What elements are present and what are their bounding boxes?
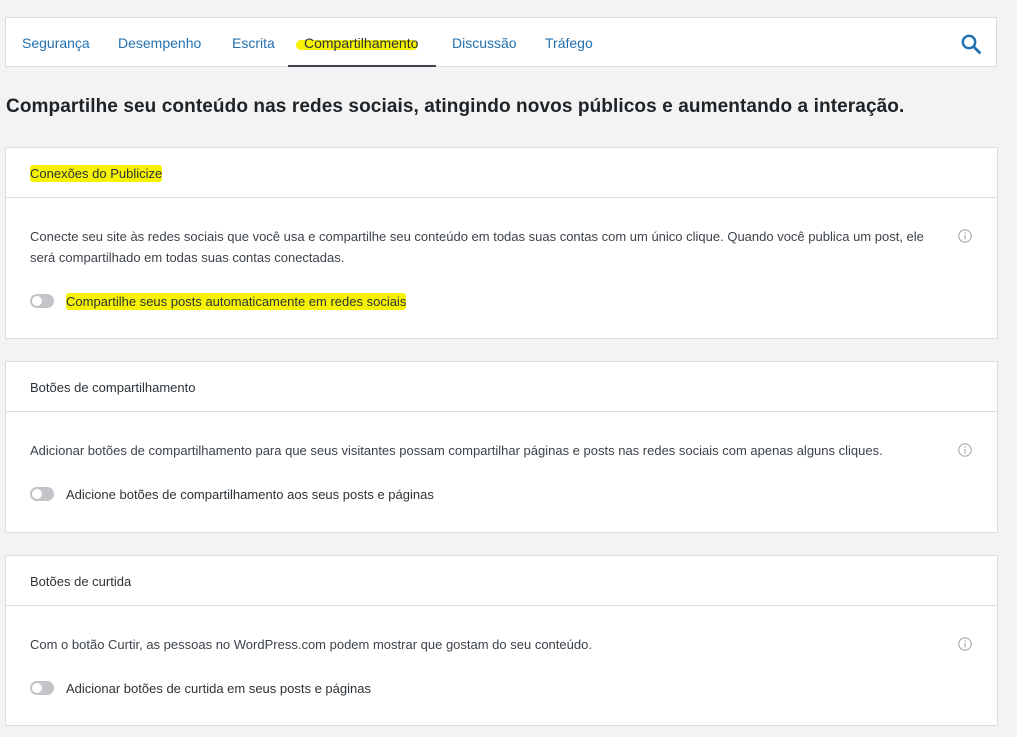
info-icon[interactable] [958,637,972,651]
section-nav: Segurança Desempenho Escrita Compartilha… [5,17,997,67]
toggle-knob [32,489,42,499]
tab-label: Tráfego [545,35,593,51]
tab-compartilhamento[interactable]: Compartilhamento [288,18,436,67]
toggle-knob [32,296,42,306]
page-headline: Compartilhe seu conteúdo nas redes socia… [6,96,905,117]
toggle-knob [32,683,42,693]
card-header: Conexões do Publicize [6,148,997,198]
publicize-toggle[interactable] [30,294,54,308]
toggle-label: Adicionar botões de curtida em seus post… [66,680,371,696]
tab-trafego[interactable]: Tráfego [545,18,593,67]
card-description: Com o botão Curtir, as pessoas no WordPr… [30,637,592,652]
card-description: Conecte seu site às redes sociais que vo… [30,229,924,265]
sharing-toggle-row[interactable]: Adicione botões de compartilhamento aos … [30,484,434,504]
tab-label: Desempenho [118,35,202,51]
card-like-buttons: Botões de curtida Com o botão Curtir, as… [5,555,998,726]
like-toggle-row[interactable]: Adicionar botões de curtida em seus post… [30,678,371,698]
tab-label: Escrita [232,35,275,51]
info-icon[interactable] [958,443,972,457]
card-title: Botões de compartilhamento [30,380,196,395]
card-header: Botões de curtida [6,556,997,606]
card-description: Adicionar botões de compartilhamento par… [30,443,883,458]
card-sharing-buttons: Botões de compartilhamento Adicionar bot… [5,361,998,533]
tab-label: Discussão [452,35,517,51]
tab-label: Compartilhamento [304,35,419,51]
tab-desempenho[interactable]: Desempenho [118,18,201,67]
publicize-toggle-row[interactable]: Compartilhe seus posts automaticamente e… [30,291,407,311]
search-icon[interactable] [960,33,982,55]
card-title: Conexões do Publicize [30,165,163,182]
like-buttons-toggle[interactable] [30,681,54,695]
sharing-buttons-toggle[interactable] [30,487,54,501]
card-title: Botões de curtida [30,574,132,589]
toggle-label: Adicione botões de compartilhamento aos … [66,486,434,502]
card-header: Botões de compartilhamento [6,362,997,412]
tab-escrita[interactable]: Escrita [232,18,275,67]
card-publicize: Conexões do Publicize Conecte seu site à… [5,147,998,339]
tab-seguranca[interactable]: Segurança [22,18,90,67]
tab-label: Segurança [22,35,90,51]
card-title-text: Conexões do Publicize [30,165,163,182]
toggle-label: Compartilhe seus posts automaticamente e… [66,292,407,310]
tab-discussao[interactable]: Discussão [452,18,517,67]
info-icon[interactable] [958,229,972,243]
